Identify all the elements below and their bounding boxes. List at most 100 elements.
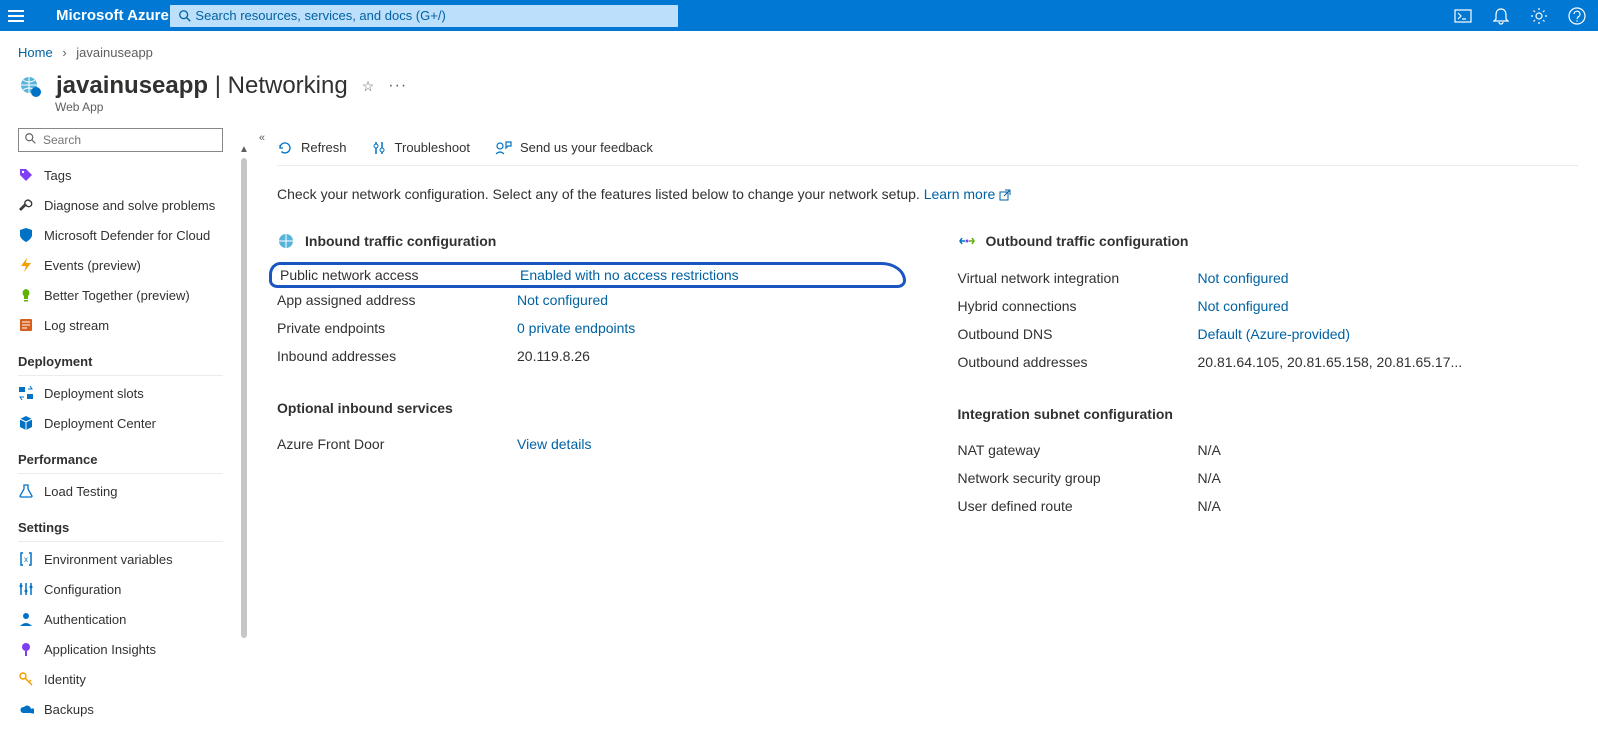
config-row: Outbound addresses20.81.64.105, 20.81.65… [958, 348, 1579, 376]
sidebar-item-label: Microsoft Defender for Cloud [44, 228, 210, 243]
svg-text:x: x [24, 555, 28, 564]
sidebar-search-input[interactable] [18, 128, 223, 152]
config-value[interactable]: View details [517, 436, 898, 452]
refresh-button[interactable]: Refresh [277, 140, 347, 156]
config-value[interactable]: Default (Azure-provided) [1198, 326, 1579, 342]
shield-icon [18, 227, 34, 243]
config-value[interactable]: Not configured [1198, 298, 1579, 314]
sidebar-item-environment-variables[interactable]: x Environment variables [18, 544, 243, 574]
learn-more-link[interactable]: Learn more [924, 186, 1011, 202]
top-bar: Microsoft Azure [0, 0, 1598, 31]
sidebar-item-backups[interactable]: Backups [18, 694, 243, 724]
sliders-icon [18, 581, 34, 597]
sidebar-item-application-insights[interactable]: Application Insights [18, 634, 243, 664]
config-row: Network security groupN/A [958, 464, 1579, 492]
bulb-icon [18, 287, 34, 303]
config-key: NAT gateway [958, 442, 1198, 458]
globe-shield-icon [277, 232, 295, 250]
troubleshoot-button[interactable]: Troubleshoot [371, 140, 470, 156]
log-icon [18, 317, 34, 333]
breadcrumb-current[interactable]: javainuseapp [76, 45, 153, 60]
sidebar-item-events-preview-[interactable]: Events (preview) [18, 250, 243, 280]
config-value[interactable]: Enabled with no access restrictions [520, 267, 895, 283]
cube-icon [18, 415, 34, 431]
config-key: Outbound DNS [958, 326, 1198, 342]
sidebar-item-label: Load Testing [44, 484, 118, 499]
config-value[interactable]: Not configured [517, 292, 898, 308]
hamburger-icon[interactable] [8, 6, 28, 26]
config-row: User defined routeN/A [958, 492, 1579, 520]
command-bar: Refresh Troubleshoot Send us your feedba… [277, 130, 1578, 166]
sidebar-item-configuration[interactable]: Configuration [18, 574, 243, 604]
more-actions-icon[interactable]: ··· [388, 77, 407, 95]
sidebar-item-better-together-preview-[interactable]: Better Together (preview) [18, 280, 243, 310]
global-search[interactable] [169, 4, 679, 28]
breadcrumb: Home › javainuseapp [0, 31, 1598, 66]
sidebar-item-diagnose-and-solve-problems[interactable]: Diagnose and solve problems [18, 190, 243, 220]
feedback-button[interactable]: Send us your feedback [494, 140, 653, 156]
breadcrumb-home[interactable]: Home [18, 45, 53, 60]
sidebar-item-load-testing[interactable]: Load Testing [18, 476, 243, 506]
divider [18, 541, 223, 542]
feedback-icon [494, 140, 512, 156]
sidebar-item-log-stream[interactable]: Log stream [18, 310, 243, 340]
refresh-icon [277, 140, 293, 156]
outbound-heading: Outbound traffic configuration [958, 232, 1579, 250]
brand-label[interactable]: Microsoft Azure [56, 7, 169, 24]
settings-gear-icon[interactable] [1530, 7, 1548, 25]
optional-inbound-heading-label: Optional inbound services [277, 400, 453, 416]
config-key: Azure Front Door [277, 436, 517, 452]
scroll-up-arrow-icon[interactable]: ▲ [239, 144, 249, 154]
config-row: App assigned addressNot configured [277, 286, 898, 314]
sidebar-item-identity[interactable]: Identity [18, 664, 243, 694]
webapp-icon [18, 74, 42, 98]
external-link-icon [999, 189, 1011, 201]
sidebar-item-deployment-slots[interactable]: Deployment slots [18, 378, 243, 408]
inbound-heading-label: Inbound traffic configuration [305, 233, 496, 249]
sidebar-group-deployment: Deployment [18, 354, 243, 369]
page-header: javainuseapp | Networking ☆ ··· [0, 66, 1598, 102]
refresh-label: Refresh [301, 140, 347, 155]
flask-icon [18, 483, 34, 499]
description-text: Check your network configuration. Select… [277, 186, 1578, 202]
cloud-icon [18, 701, 34, 717]
sidebar-item-label: Configuration [44, 582, 121, 597]
top-icons [1454, 7, 1586, 25]
cloud-shell-icon[interactable] [1454, 7, 1472, 25]
config-row: Azure Front DoorView details [277, 430, 898, 458]
sidebar-item-microsoft-defender-for-cloud[interactable]: Microsoft Defender for Cloud [18, 220, 243, 250]
config-value: 20.81.64.105, 20.81.65.158, 20.81.65.17.… [1198, 354, 1579, 370]
search-icon [24, 132, 38, 146]
config-value[interactable]: Not configured [1198, 270, 1579, 286]
sidebar-group-settings: Settings [18, 520, 243, 535]
slots-icon [18, 385, 34, 401]
bolt-icon [18, 257, 34, 273]
config-key: Public network access [280, 267, 520, 283]
help-icon[interactable] [1568, 7, 1586, 25]
config-row: Outbound DNSDefault (Azure-provided) [958, 320, 1579, 348]
sidebar-item-label: Better Together (preview) [44, 288, 190, 303]
notifications-icon[interactable] [1492, 7, 1510, 25]
sidebar-item-authentication[interactable]: Authentication [18, 604, 243, 634]
person-icon [18, 611, 34, 627]
sidebar-item-label: Diagnose and solve problems [44, 198, 215, 213]
sidebar-group-performance: Performance [18, 452, 243, 467]
global-search-input[interactable] [195, 8, 669, 23]
main-content: Refresh Troubleshoot Send us your feedba… [243, 128, 1598, 724]
brackets-icon: x [18, 551, 34, 567]
config-value: N/A [1198, 470, 1579, 486]
sidebar-item-deployment-center[interactable]: Deployment Center [18, 408, 243, 438]
config-row: Private endpoints0 private endpoints [277, 314, 898, 342]
favorite-star-icon[interactable]: ☆ [362, 78, 375, 95]
config-key: App assigned address [277, 292, 517, 308]
troubleshoot-icon [371, 140, 387, 156]
troubleshoot-label: Troubleshoot [395, 140, 470, 155]
sidebar-item-label: Environment variables [44, 552, 173, 567]
sidebar: « ▲ TagsDiagnose and solve problemsMicro… [0, 128, 243, 724]
subnet-heading-label: Integration subnet configuration [958, 406, 1173, 422]
outbound-heading-label: Outbound traffic configuration [986, 233, 1189, 249]
collapse-sidebar-icon[interactable]: « [259, 132, 265, 144]
config-value[interactable]: 0 private endpoints [517, 320, 898, 336]
sidebar-item-tags[interactable]: Tags [18, 160, 243, 190]
sidebar-scrollbar[interactable] [241, 158, 247, 638]
